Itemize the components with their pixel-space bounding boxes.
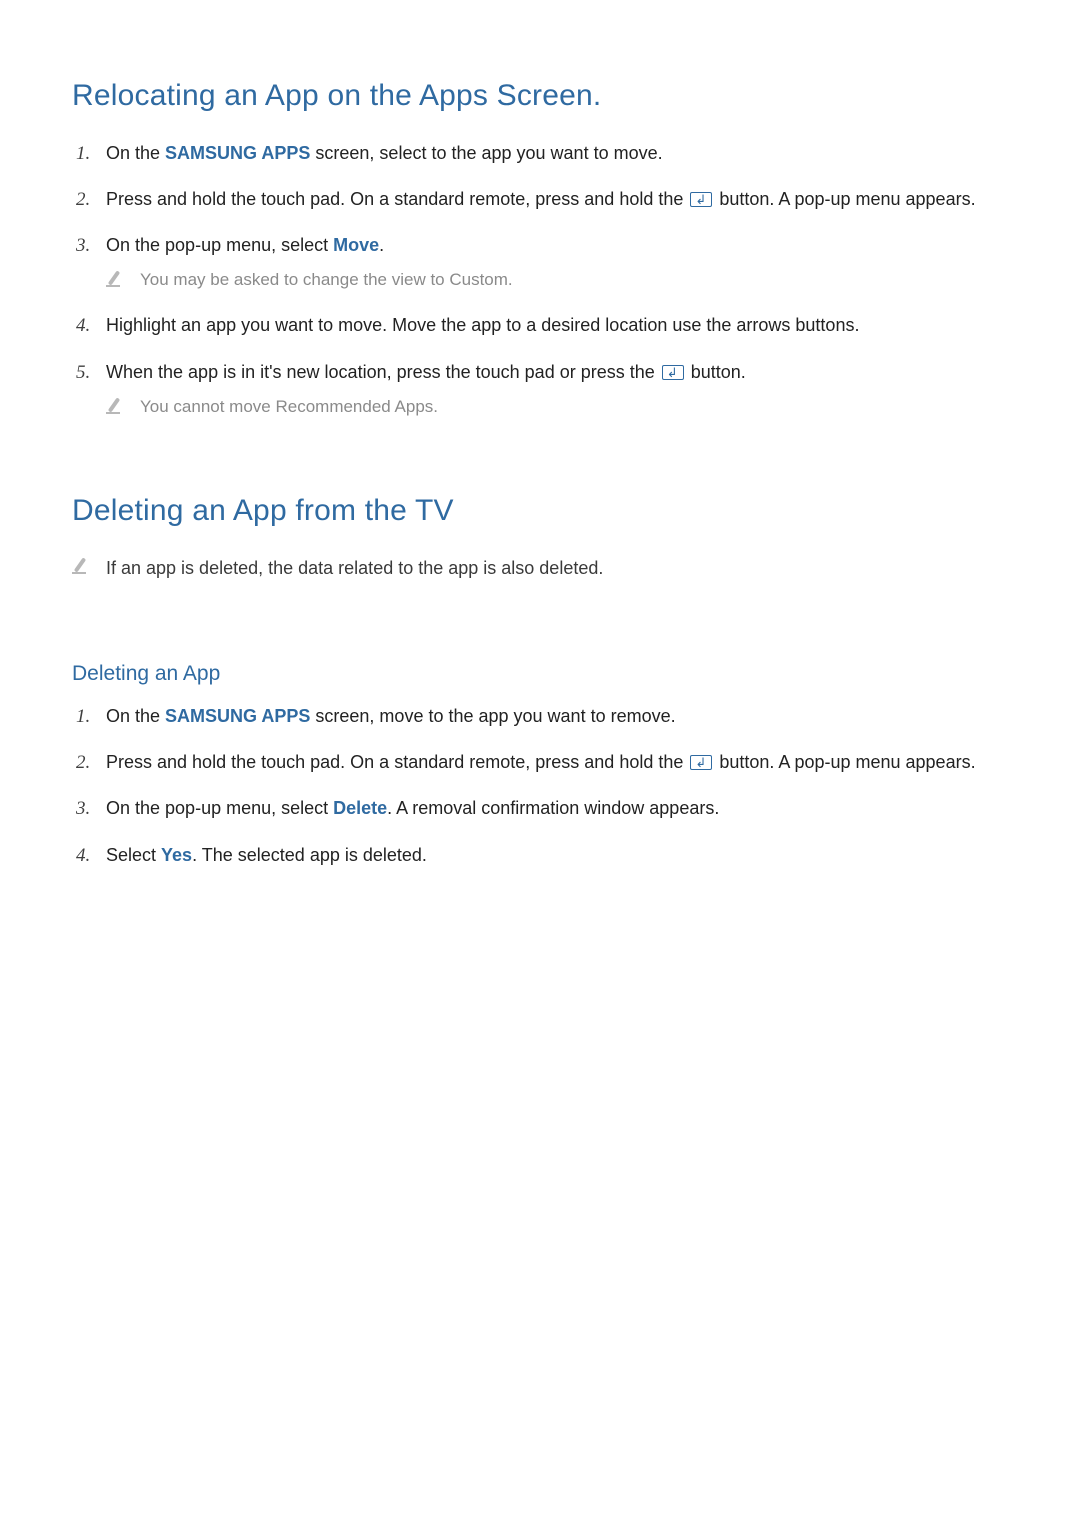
note-text: You cannot move Recommended Apps. [140, 397, 438, 416]
text: Select [106, 845, 161, 865]
pencil-icon [106, 270, 122, 286]
enter-button-icon [690, 192, 712, 207]
enter-button-icon [662, 365, 684, 380]
text: . A removal confirmation window appears. [387, 798, 719, 818]
delete-steps: On the SAMSUNG APPS screen, move to the … [72, 703, 1008, 867]
yes-label: Yes [161, 845, 192, 865]
pencil-icon [72, 557, 88, 573]
samsung-apps-label: SAMSUNG APPS [165, 143, 310, 163]
text: On the pop-up menu, select [106, 798, 333, 818]
delete-step-4: Select Yes. The selected app is deleted. [106, 842, 1008, 868]
relocate-steps: On the SAMSUNG APPS screen, select to th… [72, 140, 1008, 420]
move-label: Move [333, 235, 379, 255]
delete-step-3: On the pop-up menu, select Delete. A rem… [106, 795, 1008, 821]
text: screen, move to the app you want to remo… [310, 706, 675, 726]
note-text: If an app is deleted, the data related t… [106, 558, 603, 578]
text: Press and hold the touch pad. On a stand… [106, 752, 688, 772]
samsung-apps-label: SAMSUNG APPS [165, 706, 310, 726]
subheading-delete: Deleting an App [72, 659, 1008, 689]
text: Press and hold the touch pad. On a stand… [106, 189, 688, 209]
relocate-step-5: When the app is in it's new location, pr… [106, 359, 1008, 420]
enter-button-icon [690, 755, 712, 770]
note-custom-view: You may be asked to change the view to C… [106, 268, 1008, 293]
relocate-step-3: On the pop-up menu, select Move. You may… [106, 232, 1008, 293]
heading-delete: Deleting an App from the TV [72, 489, 1008, 533]
heading-relocate: Relocating an App on the Apps Screen. [72, 74, 1008, 118]
note-text: You may be asked to change the view to C… [140, 270, 513, 289]
text: Highlight an app you want to move. Move … [106, 315, 859, 335]
text: button. [686, 362, 746, 382]
text: On the [106, 143, 165, 163]
text: When the app is in it's new location, pr… [106, 362, 660, 382]
text: On the pop-up menu, select [106, 235, 333, 255]
pencil-icon [106, 397, 122, 413]
text: button. A pop-up menu appears. [714, 752, 975, 772]
text: On the [106, 706, 165, 726]
delete-step-1: On the SAMSUNG APPS screen, move to the … [106, 703, 1008, 729]
relocate-step-2: Press and hold the touch pad. On a stand… [106, 186, 1008, 212]
delete-step-2: Press and hold the touch pad. On a stand… [106, 749, 1008, 775]
delete-label: Delete [333, 798, 387, 818]
text: button. A pop-up menu appears. [714, 189, 975, 209]
relocate-step-1: On the SAMSUNG APPS screen, select to th… [106, 140, 1008, 166]
text: . The selected app is deleted. [192, 845, 427, 865]
text: . [379, 235, 384, 255]
text: screen, select to the app you want to mo… [310, 143, 662, 163]
relocate-step-4: Highlight an app you want to move. Move … [106, 312, 1008, 338]
note-recommended: You cannot move Recommended Apps. [106, 395, 1008, 420]
note-data-deleted: If an app is deleted, the data related t… [72, 555, 1008, 581]
